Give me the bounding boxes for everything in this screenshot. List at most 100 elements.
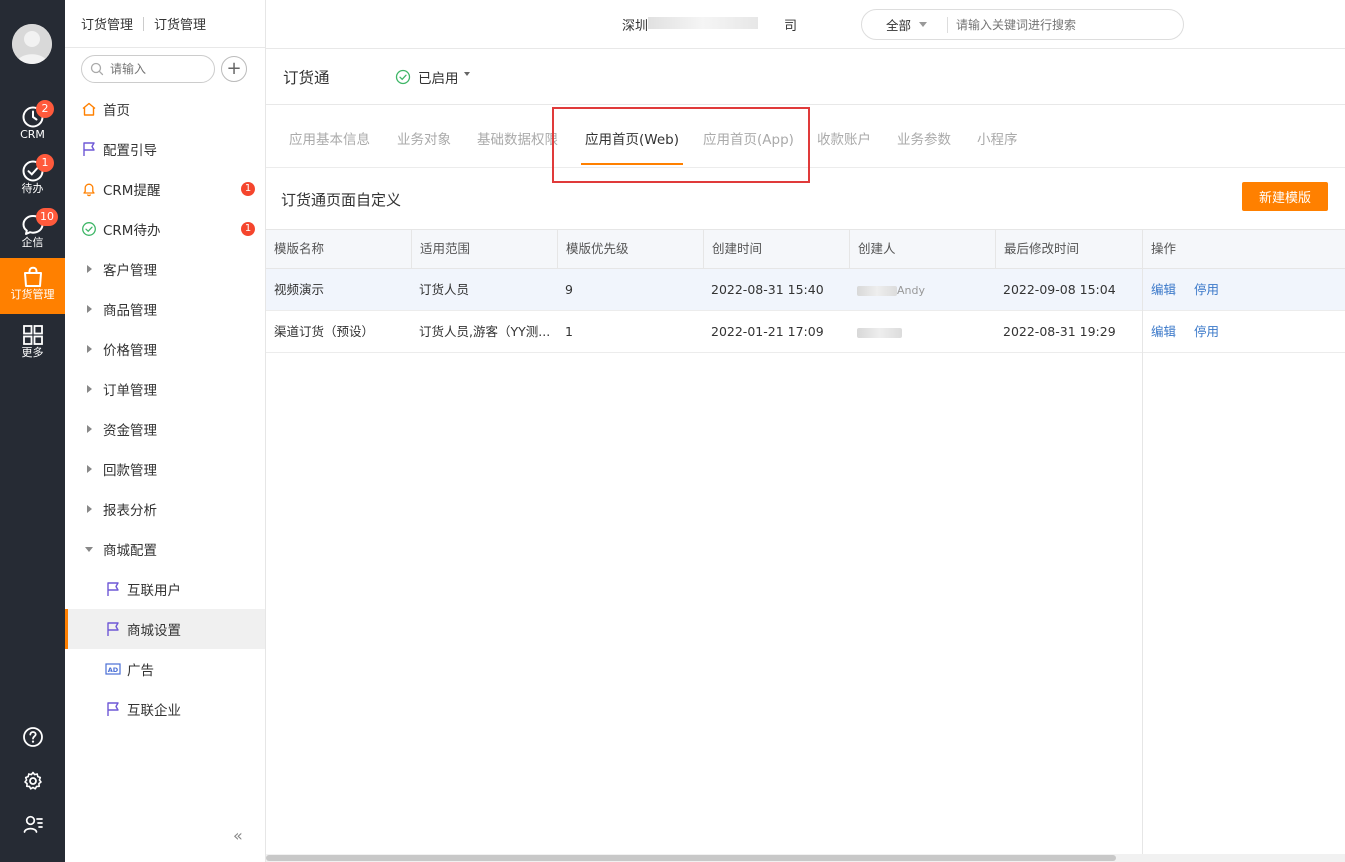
caret-right-icon: [87, 385, 92, 393]
module-nav: 订货管理 订货管理 + 首页 配置引导 CRM提醒 1: [65, 0, 266, 862]
breadcrumb-divider: [143, 16, 145, 31]
nav-group-price[interactable]: 价格管理: [65, 329, 265, 369]
app-status-label: 已启用: [418, 70, 459, 87]
tab-basic-info[interactable]: 应用基本信息: [289, 128, 370, 148]
notification-badge: 2: [36, 100, 54, 118]
nav-group-funds[interactable]: 资金管理: [65, 409, 265, 449]
table-header: 模版名称 适用范围 模版优先级 创建时间 创建人 最后修改时间 操作: [266, 229, 1345, 270]
nav-item-crm-todo[interactable]: CRM待办 1: [65, 209, 265, 249]
tab-business-objects[interactable]: 业务对象: [397, 128, 451, 148]
cell-template-name: 视频演示: [274, 282, 325, 297]
nav-group-product[interactable]: 商品管理: [65, 289, 265, 329]
cell-actions: 编辑 停用: [1143, 311, 1343, 353]
global-search-input[interactable]: [956, 17, 1166, 32]
nav-item-linked-enterprises[interactable]: 互联企业: [65, 689, 265, 729]
nav-group-payment[interactable]: 回款管理: [65, 449, 265, 489]
nav-item-label: 报表分析: [103, 503, 157, 519]
cell-actions: 编辑 停用: [1143, 269, 1343, 311]
bell-icon: [81, 181, 97, 197]
gear-icon: [23, 771, 42, 790]
tab-business-params[interactable]: 业务参数: [897, 128, 951, 148]
column-header: 最后修改时间: [995, 230, 1142, 270]
nav-group-mall-config[interactable]: 商城配置: [65, 529, 265, 569]
search-scope-select[interactable]: 全部: [862, 16, 948, 33]
search-icon: [90, 62, 104, 76]
check-circle-icon: [395, 69, 411, 84]
nav-item-home[interactable]: 首页: [65, 89, 265, 129]
tab-data-permissions[interactable]: 基础数据权限: [477, 128, 558, 148]
nav-item-label: 商城设置: [127, 623, 181, 639]
new-template-button[interactable]: 新建模版: [1242, 182, 1328, 211]
caret-down-icon: [85, 546, 93, 552]
flag-icon: [105, 581, 121, 597]
breadcrumb-item[interactable]: 订货管理: [81, 14, 133, 33]
cell-created-time: 2022-01-21 17:09: [711, 324, 824, 339]
edit-link[interactable]: 编辑: [1151, 282, 1176, 297]
table-row[interactable]: 渠道订货（预设） 订货人员,游客（YY测... 1 2022-01-21 17:…: [266, 311, 1345, 353]
nav-item-label: 回款管理: [103, 463, 157, 479]
collapse-nav-button[interactable]: «: [233, 826, 243, 845]
tab-payment-accounts[interactable]: 收款账户: [817, 128, 871, 148]
cell-creator: [849, 311, 995, 353]
rail-item-chat[interactable]: 企信 10: [0, 206, 65, 258]
nav-item-ads[interactable]: AD 广告: [65, 649, 265, 689]
disable-link[interactable]: 停用: [1194, 282, 1219, 297]
rail-label: CRM: [20, 128, 45, 141]
disable-link[interactable]: 停用: [1194, 324, 1219, 339]
nav-item-setup-guide[interactable]: 配置引导: [65, 129, 265, 169]
ad-icon: AD: [105, 661, 121, 677]
rail-item-todo[interactable]: 待办 1: [0, 152, 65, 204]
nav-item-label: CRM待办: [103, 223, 161, 239]
nav-item-linked-users[interactable]: 互联用户: [65, 569, 265, 609]
cell-priority: 1: [565, 324, 573, 339]
shopping-bag-icon: [23, 266, 42, 287]
nav-search-input[interactable]: [110, 62, 200, 76]
nav-item-crm-reminder[interactable]: CRM提醒 1: [65, 169, 265, 209]
settings-button[interactable]: [0, 770, 65, 796]
rail-item-order-management[interactable]: 订货管理: [0, 258, 65, 314]
nav-group-reports[interactable]: 报表分析: [65, 489, 265, 529]
svg-text:AD: AD: [108, 666, 119, 674]
rail-item-crm[interactable]: CRM 2: [0, 98, 65, 150]
nav-item-label: 客户管理: [103, 263, 157, 279]
nav-group-customer[interactable]: 客户管理: [65, 249, 265, 289]
nav-item-label: 广告: [127, 663, 154, 679]
column-header: 操作: [1142, 230, 1345, 270]
count-badge: 1: [241, 182, 255, 196]
nav-item-mall-settings[interactable]: 商城设置: [65, 609, 265, 649]
cell-template-name: 渠道订货（预设）: [274, 324, 375, 339]
nav-item-label: 互联用户: [127, 583, 181, 599]
nav-item-label: 价格管理: [103, 343, 157, 359]
user-avatar[interactable]: [12, 24, 52, 64]
section-title: 订货通页面自定义: [281, 191, 402, 209]
help-button[interactable]: [0, 726, 65, 752]
global-search[interactable]: 全部: [861, 9, 1184, 40]
horizontal-scrollbar[interactable]: [266, 854, 1345, 862]
scrollbar-thumb[interactable]: [266, 855, 1116, 861]
nav-group-order[interactable]: 订单管理: [65, 369, 265, 409]
nav-search[interactable]: [81, 55, 215, 83]
actions-column-divider: [1142, 229, 1143, 862]
caret-right-icon: [87, 265, 92, 273]
cell-created-time: 2022-08-31 15:40: [711, 282, 824, 297]
rail-item-more[interactable]: 更多: [0, 316, 65, 368]
column-header: 创建时间: [703, 230, 849, 270]
add-button[interactable]: +: [221, 56, 247, 82]
caret-right-icon: [87, 505, 92, 513]
nav-item-label: 商品管理: [103, 303, 157, 319]
notification-badge: 10: [36, 208, 58, 226]
app-status-dropdown[interactable]: 已启用: [395, 67, 470, 87]
breadcrumb-item[interactable]: 订货管理: [154, 14, 206, 33]
edit-link[interactable]: 编辑: [1151, 324, 1176, 339]
flag-icon: [105, 701, 121, 717]
user-list-icon: [23, 815, 43, 833]
tab-mini-program[interactable]: 小程序: [977, 128, 1018, 148]
app-rail: CRM 2 待办 1 企信 10 订货管理 更多: [0, 0, 65, 862]
avatar-person-icon: [12, 24, 52, 64]
cell-modified-time: 2022-08-31 19:29: [1003, 324, 1116, 339]
profile-button[interactable]: [0, 813, 65, 839]
table-row[interactable]: 视频演示 订货人员 9 2022-08-31 15:40 Andy 2022-0…: [266, 269, 1345, 311]
caret-right-icon: [87, 345, 92, 353]
nav-item-label: 商城配置: [103, 543, 157, 559]
flag-icon: [81, 141, 97, 157]
